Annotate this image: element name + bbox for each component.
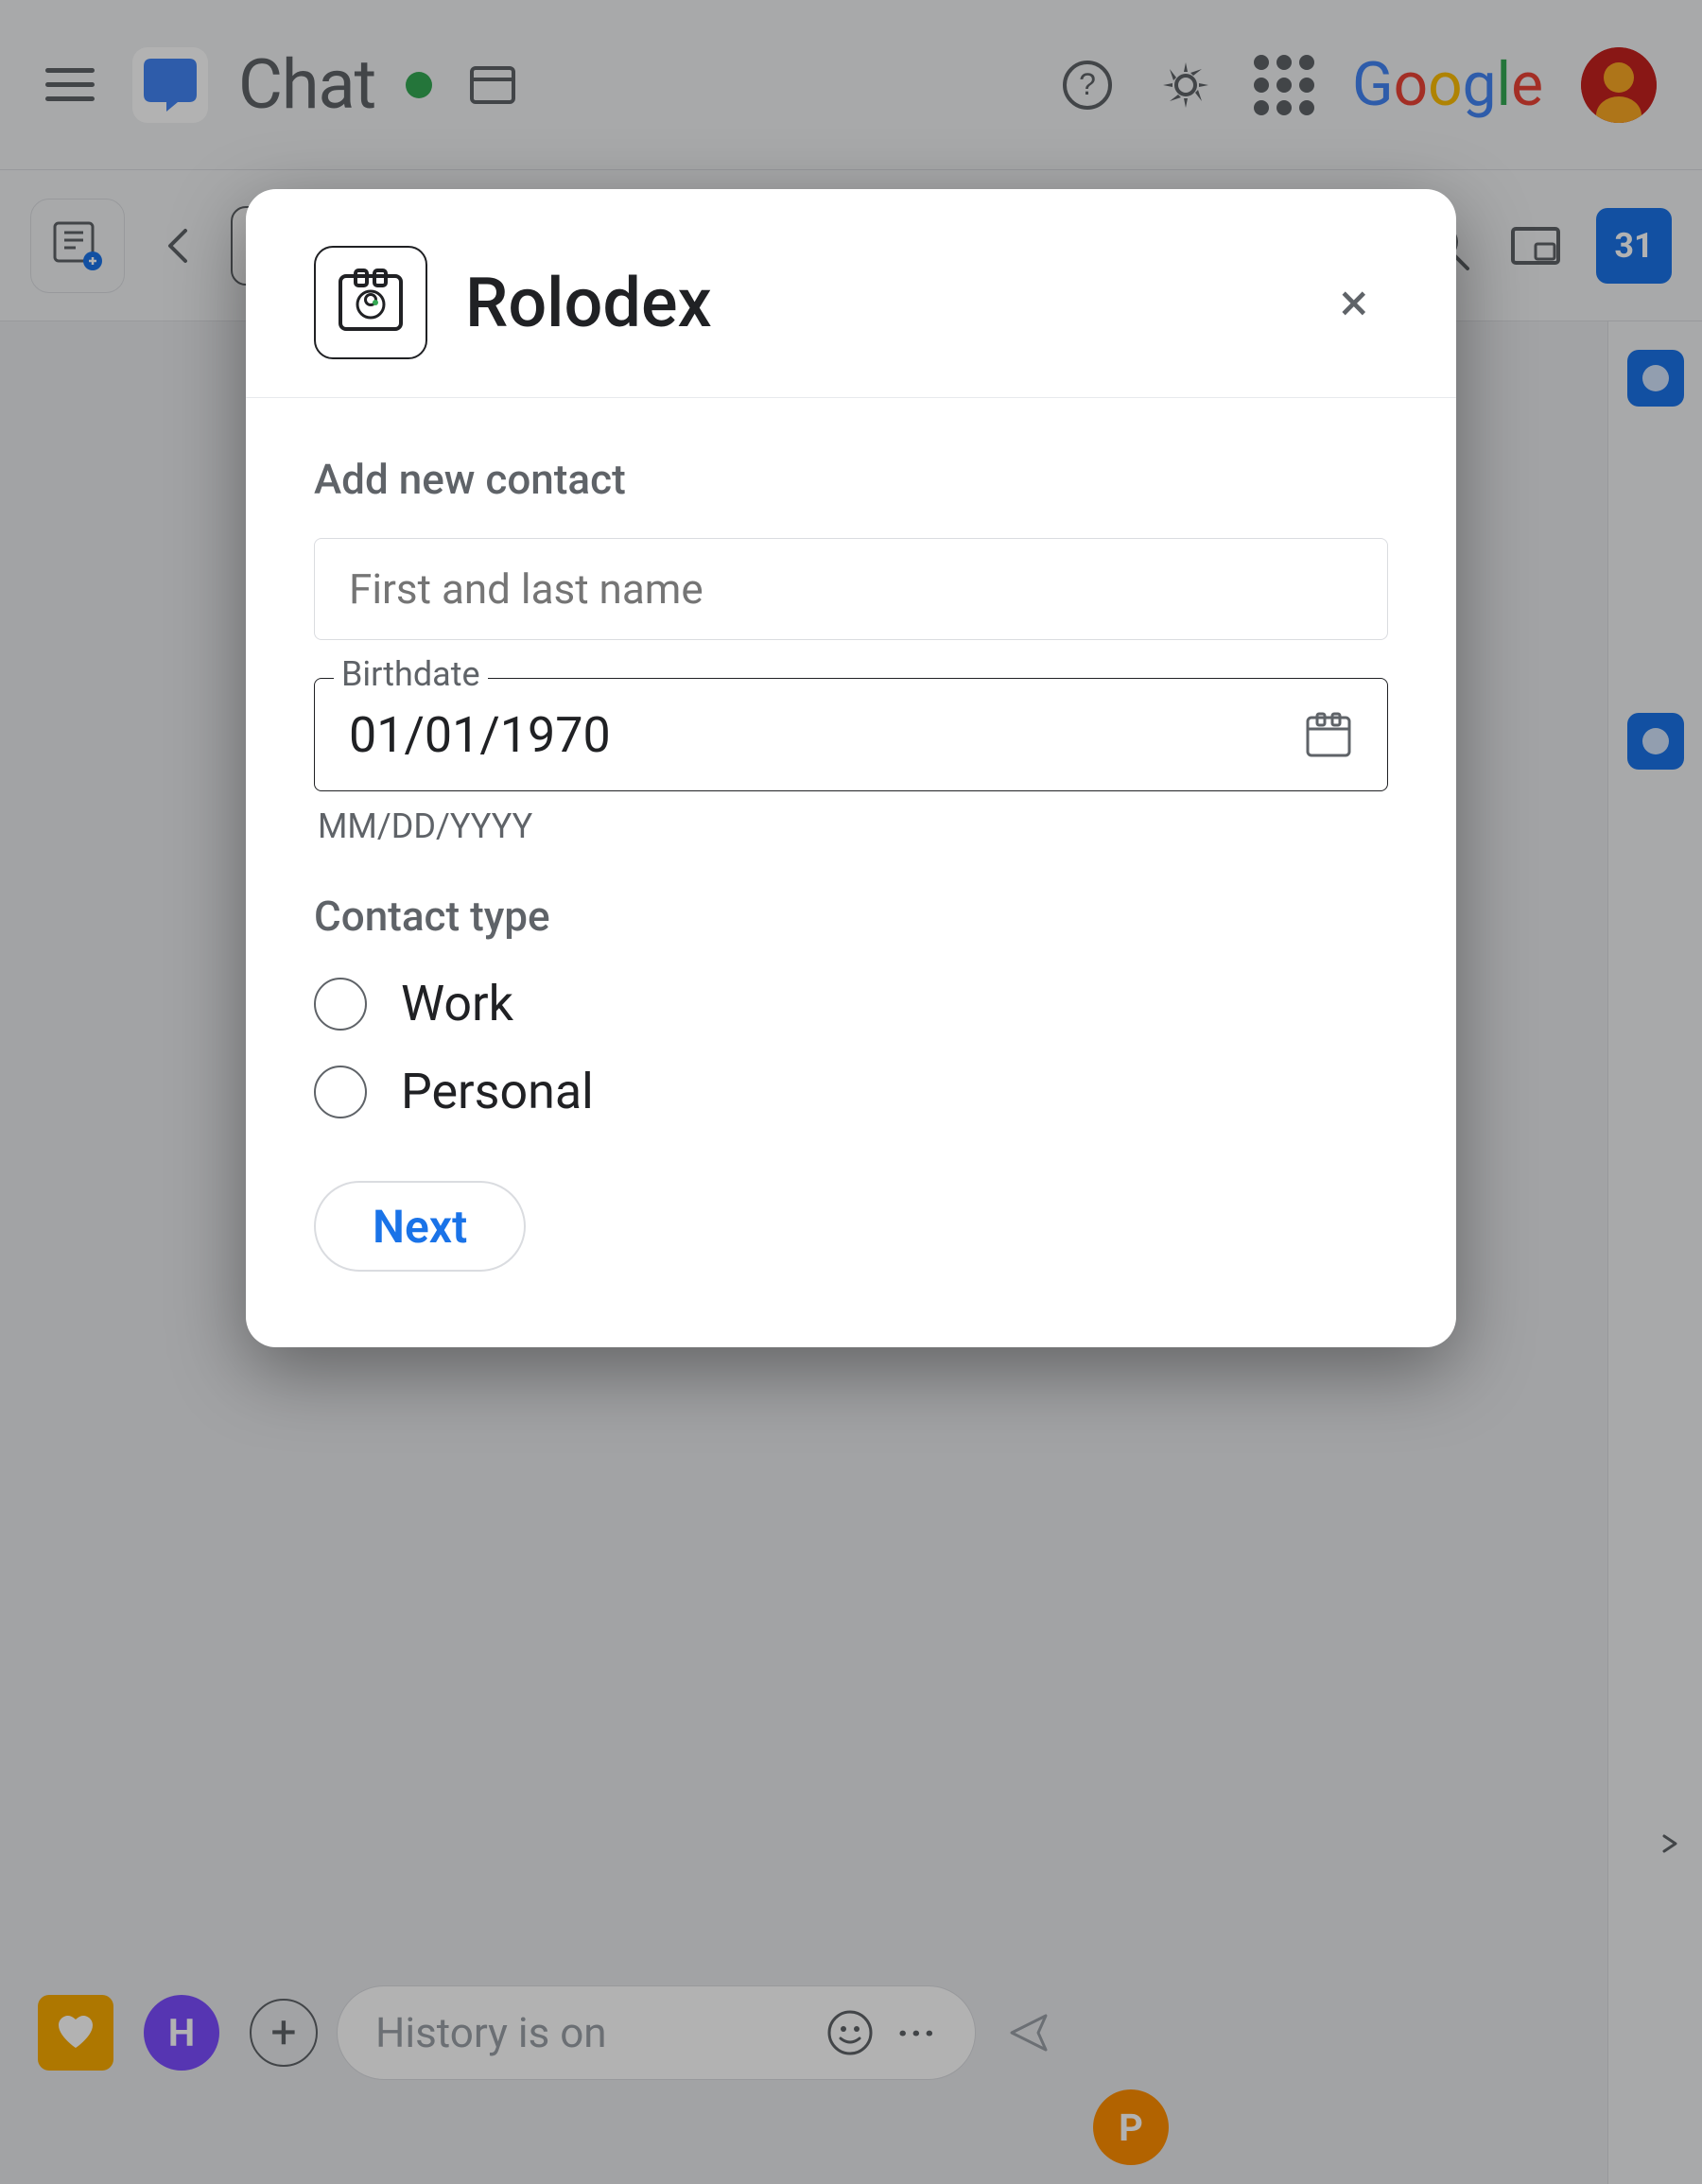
radio-group: Work Personal (314, 975, 1388, 1120)
radio-work-circle[interactable] (314, 978, 367, 1031)
radio-personal-circle[interactable] (314, 1066, 367, 1118)
add-contact-label: Add new contact (314, 455, 1388, 504)
radio-work[interactable]: Work (314, 975, 1388, 1032)
modal-overlay: Rolodex × Add new contact Birthdate 01/0… (0, 0, 1702, 2184)
contact-type-label: Contact type (314, 892, 1388, 941)
modal-dialog: Rolodex × Add new contact Birthdate 01/0… (246, 189, 1456, 1347)
name-input[interactable] (314, 538, 1388, 640)
modal-title: Rolodex (465, 263, 1282, 343)
radio-work-label: Work (401, 975, 513, 1032)
birthdate-wrapper: Birthdate 01/01/1970 (314, 678, 1388, 791)
birthdate-field[interactable]: Birthdate 01/01/1970 (314, 678, 1388, 791)
next-button[interactable]: Next (314, 1181, 526, 1272)
date-format-hint: MM/DD/YYYY (314, 806, 1388, 846)
modal-logo (314, 246, 427, 359)
modal-header: Rolodex × (246, 189, 1456, 398)
modal-close-btn[interactable]: × (1320, 269, 1388, 337)
radio-personal[interactable]: Personal (314, 1063, 1388, 1120)
birthdate-label: Birthdate (334, 654, 488, 694)
calendar-icon[interactable] (1304, 710, 1353, 759)
birthdate-value: 01/01/1970 (349, 706, 611, 764)
modal-body: Add new contact Birthdate 01/01/1970 (246, 398, 1456, 1347)
radio-personal-label: Personal (401, 1063, 594, 1120)
